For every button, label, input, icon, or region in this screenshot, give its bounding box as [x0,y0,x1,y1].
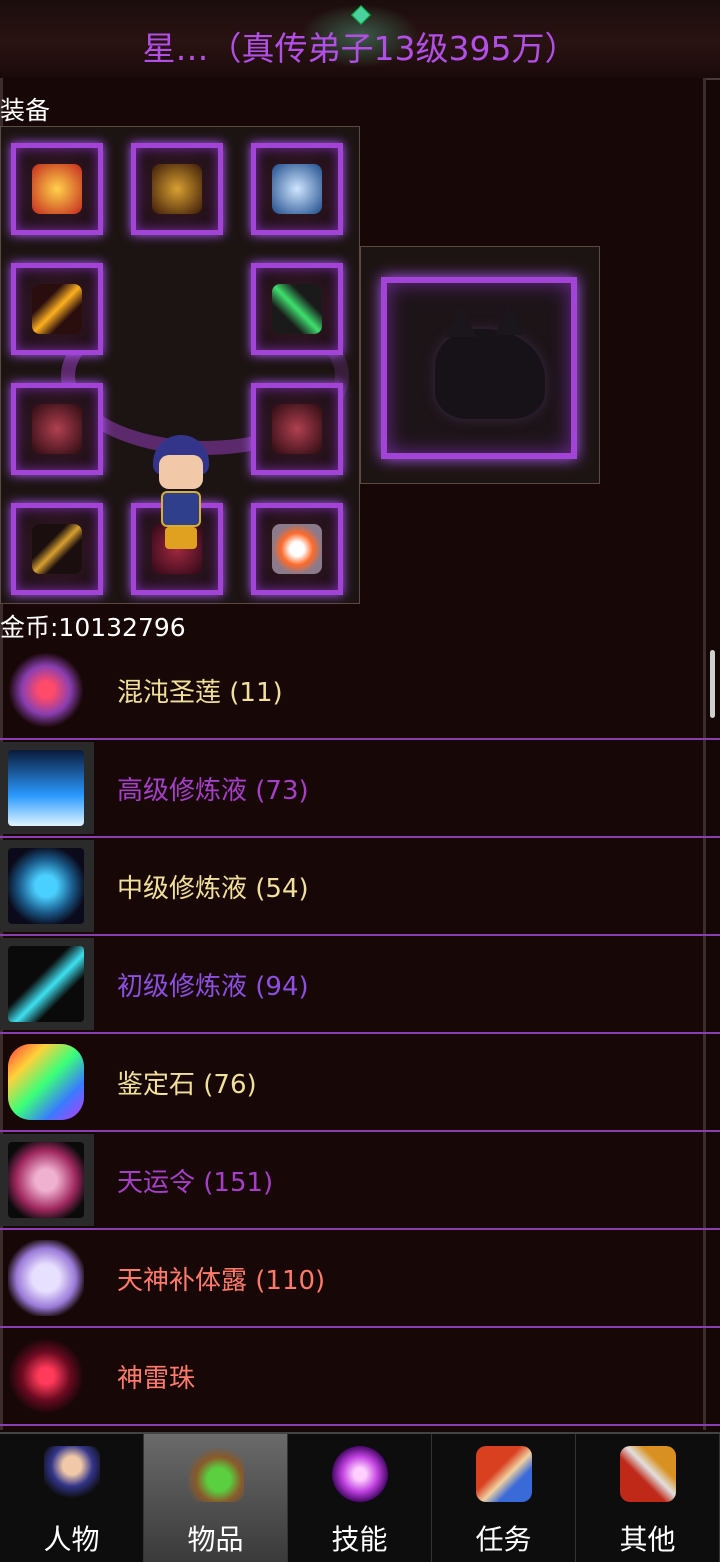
title-bar: 星…（真传弟子13级395万） [0,0,720,80]
item-icon-box [0,938,94,1030]
page-title: 星…（真传弟子13级395万） [142,29,578,68]
equip-slot-cape[interactable] [251,143,343,235]
item-icon-box [0,840,94,932]
tab-other[interactable]: 其他 [576,1434,720,1562]
skills-orb-icon [332,1446,388,1502]
item-icon-box [0,742,94,834]
charm-icon [272,524,322,574]
thunder-orb-icon [8,1338,84,1414]
helmet-icon [32,164,82,214]
item-icon-box [0,1134,94,1226]
equipment-label: 装备 [0,96,51,125]
quests-icon [476,1446,532,1502]
item-icon-box [0,1232,94,1324]
chaos-lotus-icon [8,652,84,728]
sword-icon [32,284,82,334]
dark-beast-icon [435,301,545,419]
item-icon-box [0,1036,94,1128]
equip-slot-offhand[interactable] [251,263,343,355]
item-name: 天神补体露 (110) [117,1266,326,1296]
equip-slot-bracer-left[interactable] [11,383,103,475]
tab-label: 任务 [475,1523,532,1556]
mount-frame [381,277,577,459]
cape-icon [272,164,322,214]
bottom-nav: 人物 物品 技能 任务 其他 [0,1432,720,1562]
appraisal-stone-icon [8,1044,84,1120]
tab-character[interactable]: 人物 [0,1434,144,1562]
item-icon-box [0,644,94,736]
list-item[interactable]: 天神补体露 (110) [0,1230,720,1328]
list-item[interactable]: 高级修炼液 (73) [0,740,720,838]
gold-count: 金币:10132796 [0,613,186,642]
equip-slot-helmet[interactable] [11,143,103,235]
item-name: 高级修炼液 (73) [117,776,309,806]
boots-icon [32,524,82,574]
tab-label: 物品 [187,1523,244,1556]
equip-slot-charm[interactable] [251,503,343,595]
list-item[interactable]: 天运令 (151) [0,1132,720,1230]
tab-label: 其他 [619,1523,676,1556]
tab-skills[interactable]: 技能 [288,1434,432,1562]
bracer-icon [272,404,322,454]
equip-slot-weapon[interactable] [11,263,103,355]
tab-quests[interactable]: 任务 [432,1434,576,1562]
item-icon-box [0,1330,94,1422]
list-item[interactable]: 神雷珠 [0,1328,720,1426]
equip-slot-necklace[interactable] [131,143,223,235]
tab-label: 技能 [331,1523,388,1556]
list-scrollbar[interactable] [710,650,715,718]
advanced-elixir-icon [8,750,84,826]
item-name: 混沌圣莲 (11) [117,678,283,708]
tab-label: 人物 [43,1523,100,1556]
other-icon [620,1446,676,1502]
basic-elixir-icon [8,946,84,1022]
jade-blade-icon [272,284,322,334]
list-item[interactable]: 中级修炼液 (54) [0,838,720,936]
list-item[interactable]: 初级修炼液 (94) [0,936,720,1034]
items-potion-icon [188,1446,244,1502]
item-list: 混沌圣莲 (11) 高级修炼液 (73) 中级修炼液 (54) 初级修炼液 (9… [0,642,720,1426]
equip-slot-boots[interactable] [11,503,103,595]
equipment-board [0,126,360,604]
list-item[interactable]: 混沌圣莲 (11) [0,642,720,740]
necklace-icon [152,164,202,214]
character-icon [44,1446,100,1502]
item-name: 鉴定石 (76) [117,1070,257,1100]
fortune-token-icon [8,1142,84,1218]
tab-items[interactable]: 物品 [144,1434,288,1562]
item-name: 神雷珠 [117,1364,196,1394]
item-name: 中级修炼液 (54) [117,874,309,904]
intermediate-elixir-icon [8,848,84,924]
divine-dew-icon [8,1240,84,1316]
list-item[interactable]: 鉴定石 (76) [0,1034,720,1132]
hero-avatar [151,435,211,551]
item-name: 初级修炼液 (94) [117,972,309,1002]
equip-slot-bracer-right[interactable] [251,383,343,475]
item-name: 天运令 (151) [117,1168,274,1198]
mount-slot[interactable] [360,246,600,484]
bracer-icon [32,404,82,454]
